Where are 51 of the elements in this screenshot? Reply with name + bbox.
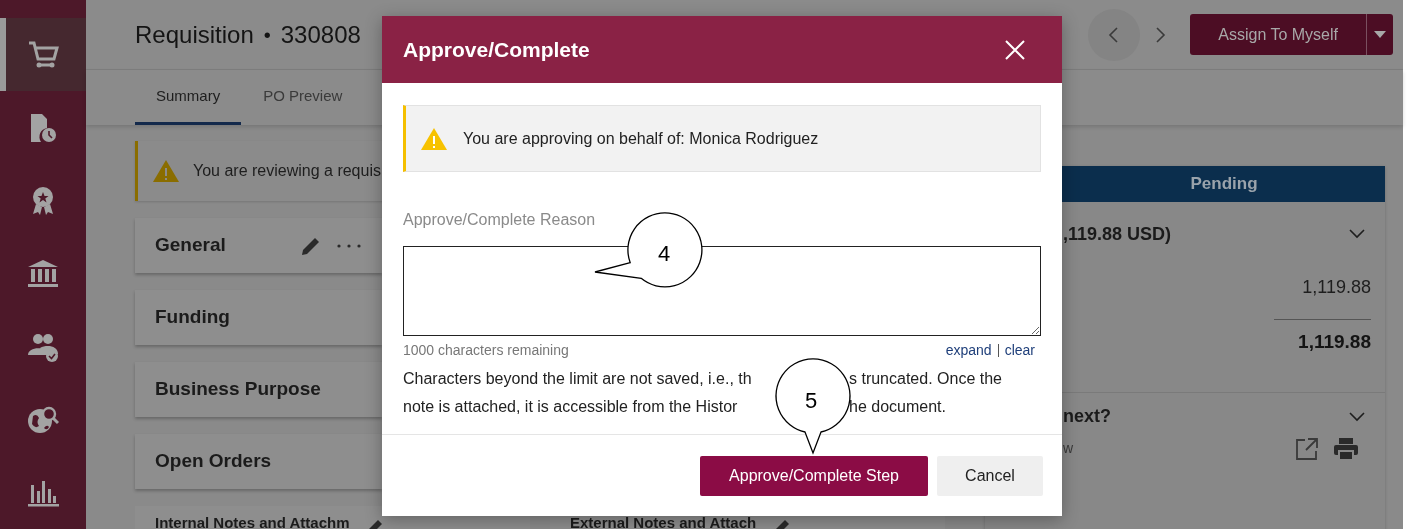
total-value: 1,119.88 [1298, 330, 1371, 354]
help-text: s truncated. Once the [849, 369, 1002, 389]
next-heading: next? [1063, 405, 1111, 428]
cancel-button[interactable]: Cancel [937, 455, 1043, 496]
sidebar-item[interactable] [0, 18, 86, 91]
print-icon[interactable] [1333, 436, 1359, 461]
tab[interactable]: PO Preview [251, 70, 355, 125]
assign-button[interactable]: Assign To Myself [1190, 14, 1366, 55]
dialog-title: Approve/Complete [403, 36, 590, 63]
more-icon[interactable] [336, 242, 362, 249]
section-card[interactable]: General [135, 218, 382, 273]
approve-complete-button[interactable]: Approve/Complete Step [700, 455, 928, 496]
section-title: General [155, 233, 226, 258]
external-link-icon[interactable] [1295, 436, 1319, 461]
amount-value: 1,119.88 [1302, 276, 1371, 299]
section-title: Business Purpose [155, 377, 321, 402]
chevron-right-icon [1153, 25, 1168, 44]
close-button[interactable] [1003, 37, 1027, 62]
chevron-down-icon [1349, 229, 1365, 239]
text-link[interactable]: expand [945, 340, 992, 361]
requisition-number: 330808 [280, 19, 361, 50]
warning-icon [421, 127, 447, 150]
section-title: External Notes and Attach [570, 517, 757, 529]
reason-field[interactable] [403, 246, 1041, 336]
bank-icon [27, 257, 59, 290]
section-card[interactable]: Business Purpose [135, 362, 382, 417]
help-text: note is attached, it is accessible from the Histor [403, 397, 739, 417]
section-card[interactable]: Open Orders [135, 434, 382, 489]
text-link[interactable]: clear [1004, 340, 1035, 361]
notice-text: You are approving on behalf of: Monica Rodriguez [463, 128, 819, 149]
chevron-down-icon [1349, 411, 1365, 422]
callout-number: 4 [658, 240, 671, 268]
total-heading: ,119.88 USD) [1063, 222, 1172, 246]
title-separator: • [263, 22, 271, 48]
help-text: he document. [849, 397, 946, 417]
help-text: Characters beyond the limit are not saved, i.e., th [403, 369, 753, 389]
tab[interactable]: Summary [135, 70, 242, 125]
field-label: Approve/Complete Reason [403, 210, 597, 230]
page-title: Requisition [135, 19, 254, 50]
dropdown-button[interactable] [1366, 14, 1393, 55]
callout-number: 5 [805, 387, 818, 415]
section-title: Internal Notes and Attachm [155, 517, 350, 529]
caret-icon [1374, 31, 1386, 38]
close-icon [1005, 39, 1025, 60]
warning-icon [153, 160, 179, 182]
next-text: w [1063, 439, 1074, 458]
characters-remaining: 1000 characters remaining [403, 341, 569, 360]
section-title: Funding [155, 305, 230, 330]
banner-text: You are reviewing a requis [193, 161, 381, 181]
section-title: Open Orders [155, 449, 272, 474]
section-card[interactable]: Funding [135, 290, 382, 345]
